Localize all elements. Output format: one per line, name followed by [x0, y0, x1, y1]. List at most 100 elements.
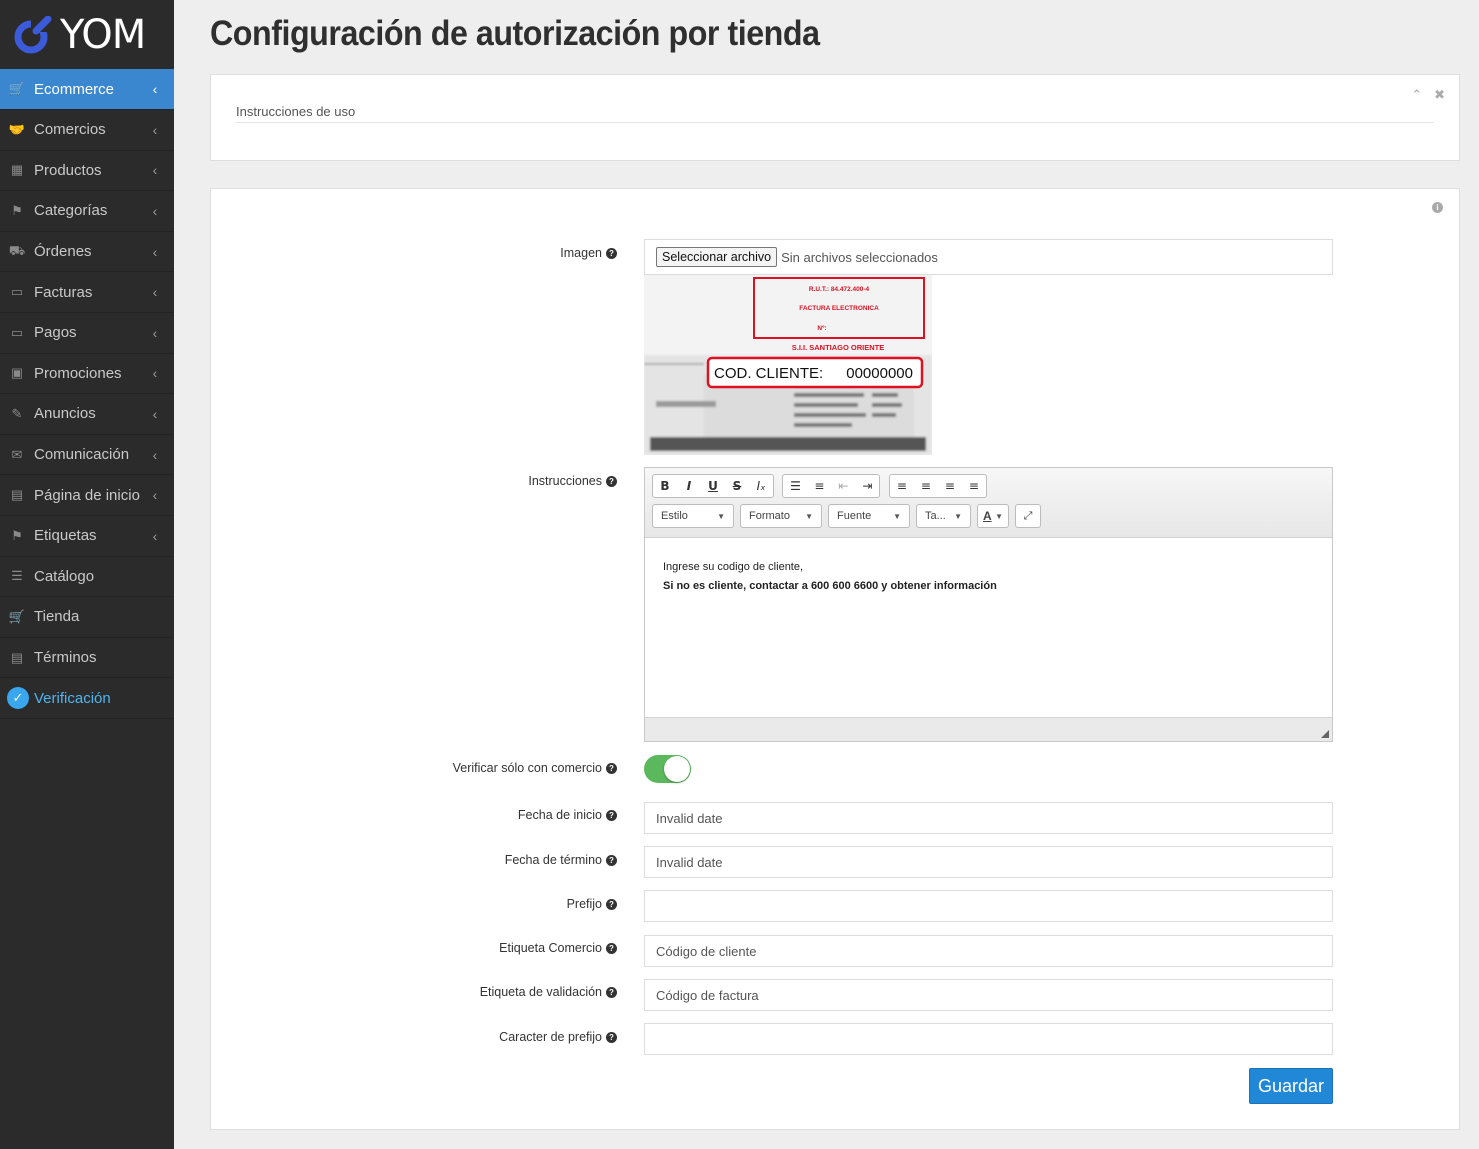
truck-icon: ⛟	[8, 242, 26, 258]
numbered-list-icon[interactable]: ☰	[783, 475, 807, 497]
chevron-left-icon: ‹	[152, 202, 158, 219]
sidebar-item-tags[interactable]: ⚑ Categorías ‹	[0, 191, 174, 232]
help-icon[interactable]: ?	[606, 942, 617, 954]
toolbar-row-2: Estilo ▼ Formato ▼ Fuente ▼ Ta... ▼ A ▼ ⤢	[652, 504, 1325, 528]
sidebar-item-money[interactable]: ▣ Promociones ‹	[0, 354, 174, 395]
save-button[interactable]: Guardar	[1249, 1068, 1333, 1104]
align-right-icon[interactable]: ≡	[938, 475, 962, 497]
sidebar-item-list[interactable]: ☰ Catálogo	[0, 557, 174, 598]
indent-icon[interactable]: ⇥	[855, 475, 879, 497]
sidebar-item-handshake[interactable]: 🤝 Comercios ‹	[0, 110, 174, 151]
help-icon[interactable]: ?	[606, 854, 617, 866]
align-center-icon[interactable]: ≡	[914, 475, 938, 497]
close-icon[interactable]: ✖	[1434, 87, 1445, 103]
sidebar-item-credit-card[interactable]: ▭ Facturas ‹	[0, 272, 174, 313]
outdent-icon[interactable]: ⇤	[831, 475, 855, 497]
chevron-left-icon: ‹	[152, 446, 158, 463]
page-title: Configuración de autorización por tienda	[210, 14, 820, 53]
sidebar-item-newspaper[interactable]: ▤ Página de inicio ‹	[0, 475, 174, 516]
info-icon[interactable]: i	[1432, 202, 1443, 213]
validation-label-label: Etiqueta de validación ?	[480, 985, 617, 999]
format-dropdown-label: Formato	[749, 510, 790, 522]
image-preview: R.U.T.: 84.472.400-4 FACTURA ELECTRONICA…	[644, 275, 932, 455]
help-icon[interactable]: ?	[606, 809, 617, 821]
prefix-char-label: Caracter de prefijo ?	[499, 1030, 617, 1044]
bold-button[interactable]: B	[653, 475, 677, 497]
bulleted-list-icon[interactable]: ≡	[807, 475, 831, 497]
sidebar-item-comments[interactable]: ✉ Comunicación ‹	[0, 435, 174, 476]
sidebar-item-basket[interactable]: 🛒 Ecommerce ‹	[0, 69, 174, 110]
instructions-panel: ⌃ ✖ Instrucciones de uso	[210, 74, 1460, 161]
sidebar-item-label: Anuncios	[34, 405, 96, 423]
align-group: ≡ ≡ ≡ ≡	[888, 474, 987, 498]
sidebar-item-label: Órdenes	[34, 243, 92, 261]
sidebar-item-table[interactable]: ▦ Productos ‹	[0, 151, 174, 192]
start-date-label-text: Fecha de inicio	[517, 808, 602, 822]
chevron-left-icon: ‹	[152, 324, 158, 341]
commerce-label-text: Etiqueta Comercio	[499, 941, 602, 955]
maximize-button[interactable]: ⤢	[1015, 504, 1041, 528]
text-style-group: B I U S Iₓ	[652, 474, 774, 498]
sidebar-item-label: Tienda	[34, 608, 80, 626]
chevron-left-icon: ‹	[152, 81, 158, 97]
style-dropdown[interactable]: Estilo ▼	[652, 504, 734, 528]
sidebar-item-cart[interactable]: 🛒 Tienda	[0, 597, 174, 638]
help-icon[interactable]: ?	[606, 762, 617, 774]
sidebar-item-document[interactable]: ▤ Términos	[0, 638, 174, 679]
help-icon[interactable]: ?	[606, 475, 617, 487]
select-file-button[interactable]: Seleccionar archivo	[656, 247, 778, 267]
format-dropdown[interactable]: Formato ▼	[740, 504, 822, 528]
help-icon[interactable]: ?	[606, 247, 617, 259]
start-date-input[interactable]: Invalid date	[644, 802, 1333, 834]
sidebar-item-tag[interactable]: ⚑ Etiquetas ‹	[0, 516, 174, 557]
validation-label-text: Etiqueta de validación	[479, 985, 602, 999]
sidebar-item-truck[interactable]: ⛟ Órdenes ‹	[0, 232, 174, 273]
brand-logo[interactable]: YOM	[0, 0, 174, 69]
italic-button[interactable]: I	[677, 475, 701, 497]
preview-number: Nº:	[817, 325, 826, 332]
prefix-char-label-text: Caracter de prefijo	[499, 1030, 602, 1044]
size-dropdown[interactable]: Ta... ▼	[916, 504, 971, 528]
help-icon[interactable]: ?	[606, 1031, 617, 1043]
editor-statusbar	[645, 717, 1332, 741]
sidebar-item-credit-card[interactable]: ▭ Pagos ‹	[0, 313, 174, 354]
prefix-char-input[interactable]	[644, 1023, 1333, 1055]
sidebar-item-label: Categorías	[34, 202, 108, 220]
sidebar-item-check-circle[interactable]: ✓ Verificación	[0, 678, 174, 719]
prefix-input[interactable]	[644, 890, 1333, 922]
chevron-left-icon: ‹	[152, 162, 158, 179]
font-dropdown[interactable]: Fuente ▼	[828, 504, 910, 528]
commerce-label-label: Etiqueta Comercio ?	[499, 941, 617, 955]
editor-toolbar: B I U S Iₓ ☰ ≡ ⇤ ⇥ ≡ ≡ ≡ ≡ Estilo ▼ Forma…	[645, 468, 1332, 538]
text-color-button[interactable]: A ▼	[977, 504, 1009, 528]
sidebar-item-label: Página de inicio	[34, 486, 140, 504]
align-left-icon[interactable]: ≡	[890, 475, 914, 497]
remove-format-button[interactable]: Iₓ	[749, 475, 773, 497]
image-file-input[interactable]: Seleccionar archivo Sin archivos selecci…	[644, 239, 1333, 275]
tag-icon: ⚑	[11, 527, 23, 543]
chevron-up-icon[interactable]: ⌃	[1411, 87, 1422, 103]
align-justify-icon[interactable]: ≡	[962, 475, 986, 497]
sidebar-item-bullhorn[interactable]: ✎ Anuncios ‹	[0, 394, 174, 435]
strikethrough-button[interactable]: S	[725, 475, 749, 497]
help-icon[interactable]: ?	[606, 898, 617, 910]
sidebar-item-label: Productos	[34, 161, 102, 179]
validation-label-input[interactable]: Código de factura	[644, 979, 1333, 1011]
sidebar-item-label: Verificación	[34, 689, 111, 707]
end-date-label-text: Fecha de término	[504, 853, 602, 867]
credit-card-icon: ▭	[10, 324, 24, 340]
commerce-label-input[interactable]: Código de cliente	[644, 935, 1333, 967]
size-dropdown-label: Ta...	[925, 510, 946, 522]
money-icon: ▣	[10, 365, 24, 381]
help-icon[interactable]: ?	[606, 986, 617, 998]
verify-only-commerce-label-text: Verificar sólo con comercio	[452, 761, 602, 775]
verify-only-commerce-toggle[interactable]	[644, 755, 691, 783]
resize-handle-icon[interactable]	[1321, 730, 1329, 738]
maximize-icon: ⤢	[1023, 509, 1033, 522]
editor-content[interactable]: Ingrese su codigo de cliente, Si no es c…	[645, 538, 1332, 718]
style-dropdown-label: Estilo	[661, 510, 688, 522]
underline-button[interactable]: U	[701, 475, 725, 497]
rich-text-editor[interactable]: B I U S Iₓ ☰ ≡ ⇤ ⇥ ≡ ≡ ≡ ≡ Estilo ▼ Forma…	[644, 467, 1333, 742]
end-date-input[interactable]: Invalid date	[644, 846, 1333, 878]
prefix-label-text: Prefijo	[566, 897, 602, 911]
